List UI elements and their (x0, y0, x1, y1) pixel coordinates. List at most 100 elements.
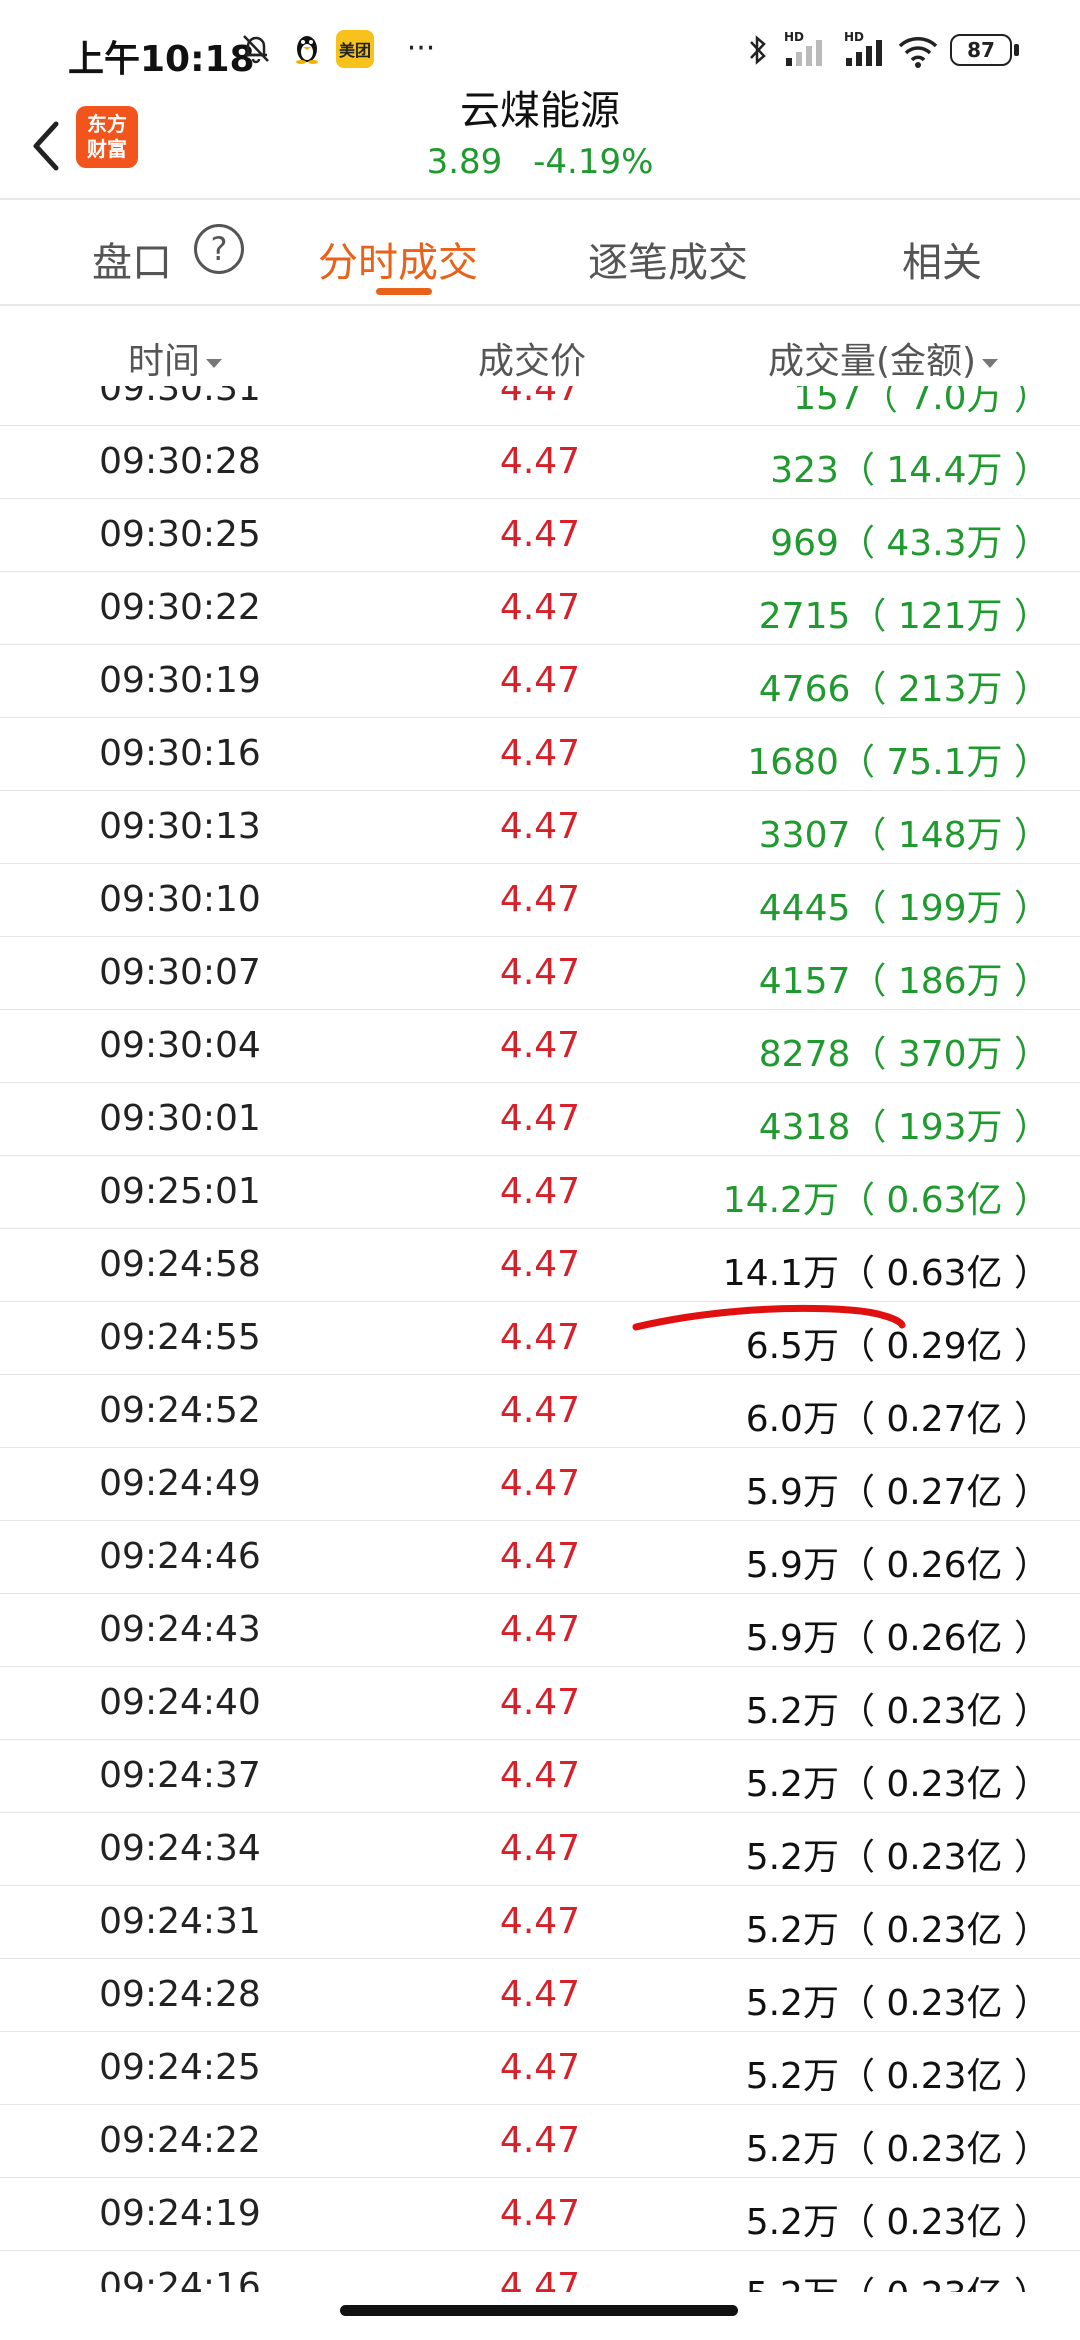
trade-time: 09:24:31 (99, 1901, 261, 1942)
trade-price: 4.47 (499, 386, 581, 409)
trade-time: 09:24:55 (99, 1317, 261, 1358)
trade-price: 4.47 (499, 1171, 581, 1212)
trade-price: 4.47 (499, 1682, 581, 1723)
column-price-label: 成交价 (478, 341, 587, 382)
column-time-sort[interactable]: 时间 (128, 332, 223, 384)
trade-row[interactable]: 09:24:49 4.47 5.9万（ 0.27亿 ） (0, 1447, 1080, 1521)
trade-volume: 1680（ 75.1万 ） (747, 742, 1050, 783)
trade-row[interactable]: 09:30:01 4.47 4318（ 193万 ） (0, 1082, 1080, 1156)
trade-volume: 323（ 14.4万 ） (770, 450, 1050, 491)
wifi-icon (896, 30, 940, 70)
trade-time: 09:24:19 (99, 2193, 261, 2234)
trade-row[interactable]: 09:24:34 4.47 5.2万（ 0.23亿 ） (0, 1812, 1080, 1886)
battery-icon: 87 (950, 30, 1024, 70)
trade-row[interactable]: 09:24:37 4.47 5.2万（ 0.23亿 ） (0, 1739, 1080, 1813)
trade-volume: 157（ 7.0万 ） (793, 386, 1050, 418)
trade-time: 09:24:40 (99, 1682, 261, 1723)
qq-penguin-icon (290, 28, 324, 68)
trade-time: 09:24:49 (99, 1463, 261, 1504)
column-time-label: 时间 (128, 341, 201, 382)
stock-price: 3.89 (426, 142, 503, 182)
trade-time: 09:24:52 (99, 1390, 261, 1431)
trade-volume: 5.2万（ 0.23亿 ） (746, 2266, 1050, 2292)
tab-pankou[interactable]: 盘口 (92, 230, 172, 288)
trade-row[interactable]: 09:24:22 4.47 5.2万（ 0.23亿 ） (0, 2104, 1080, 2178)
trade-row[interactable]: 09:30:31 4.47 157（ 7.0万 ） (0, 386, 1080, 426)
home-indicator[interactable] (340, 2305, 738, 2316)
trade-row[interactable]: 09:24:43 4.47 5.9万（ 0.26亿 ） (0, 1593, 1080, 1667)
signal-strength-icon: HD (784, 30, 834, 70)
trade-price: 4.47 (499, 1536, 581, 1577)
active-tab-indicator (376, 288, 432, 295)
trade-time: 09:30:25 (99, 514, 261, 555)
column-volume-sort[interactable]: 成交量(金额) (768, 332, 999, 384)
trade-time: 09:24:34 (99, 1828, 261, 1869)
trade-row[interactable]: 09:24:16 4.47 5.2万（ 0.23亿 ） (0, 2250, 1080, 2292)
trade-volume: 5.2万（ 0.23亿 ） (745, 1837, 1050, 1878)
trade-price: 4.47 (499, 879, 581, 920)
trade-time: 09:30:31 (99, 386, 261, 409)
trade-volume: 969（ 43.3万 ） (770, 523, 1050, 564)
help-icon[interactable]: ? (194, 224, 244, 274)
trade-row[interactable]: 09:25:01 4.47 14.2万（ 0.63亿 ） (0, 1155, 1080, 1229)
trade-volume: 3307（ 148万 ） (758, 815, 1050, 856)
trade-volume: 4766（ 213万 ） (758, 669, 1050, 710)
trade-price: 4.47 (499, 587, 581, 628)
trade-price: 4.47 (499, 660, 581, 701)
column-price: 成交价 (478, 332, 586, 384)
trade-price: 4.47 (499, 1974, 581, 2015)
trade-row[interactable]: 09:24:25 4.47 5.2万（ 0.23亿 ） (0, 2031, 1080, 2105)
trade-volume: 4157（ 186万 ） (758, 961, 1050, 1002)
signal-strength-2-icon: HD (844, 30, 894, 70)
trade-time: 09:24:28 (99, 1974, 261, 2015)
trade-price: 4.47 (499, 1390, 581, 1431)
trade-list[interactable]: 09:30:31 4.47 157（ 7.0万 ） 09:30:28 4.47 323（ … (0, 386, 1080, 2292)
trade-volume: 5.2万（ 0.23亿 ） (745, 1691, 1050, 1732)
trade-row[interactable]: 09:30:13 4.47 3307（ 148万 ） (0, 790, 1080, 864)
status-time: 上午10:18 (68, 39, 255, 80)
trade-volume: 6.5万（ 0.29亿 ） (745, 1326, 1050, 1367)
trade-price: 4.47 (499, 1828, 581, 1869)
trade-row[interactable]: 09:24:31 4.47 5.2万（ 0.23亿 ） (0, 1885, 1080, 1959)
trade-row[interactable]: 09:30:19 4.47 4766（ 213万 ） (0, 644, 1080, 718)
trade-volume: 5.2万（ 0.23亿 ） (745, 2056, 1050, 2097)
more-label: ··· (406, 30, 436, 66)
trade-price: 4.47 (499, 733, 581, 774)
trade-time: 09:24:46 (99, 1536, 261, 1577)
trade-row[interactable]: 09:24:40 4.47 5.2万（ 0.23亿 ） (0, 1666, 1080, 1740)
mute-bell-icon (236, 28, 276, 68)
trade-price: 4.47 (499, 952, 581, 993)
tab-zhubi-chengjiao[interactable]: 逐笔成交 (588, 230, 748, 288)
trade-row[interactable]: 09:30:22 4.47 2715（ 121万 ） (0, 571, 1080, 645)
trade-price: 4.47 (499, 1463, 581, 1504)
trade-price: 4.47 (499, 2120, 581, 2161)
trade-price: 4.47 (499, 1025, 581, 1066)
trade-volume: 8278（ 370万 ） (758, 1034, 1050, 1075)
trade-row[interactable]: 09:30:16 4.47 1680（ 75.1万 ） (0, 717, 1080, 791)
trade-row[interactable]: 09:30:28 4.47 323（ 14.4万 ） (0, 425, 1080, 499)
trade-time: 09:24:25 (99, 2047, 261, 2088)
stock-change-percent: -4.19% (533, 142, 654, 182)
trade-row[interactable]: 09:24:28 4.47 5.2万（ 0.23亿 ） (0, 1958, 1080, 2032)
trade-volume: 6.0万（ 0.27亿 ） (745, 1399, 1050, 1440)
more-notifications-icon: ··· (396, 28, 446, 68)
trade-price: 4.47 (499, 1098, 581, 1139)
stock-name: 云煤能源 (460, 88, 620, 134)
meituan-app-icon: 美团 (336, 30, 374, 68)
trade-volume: 14.2万（ 0.63亿 ） (722, 1180, 1050, 1221)
trade-volume: 5.2万（ 0.23亿 ） (745, 1983, 1050, 2024)
trade-price: 4.47 (499, 1244, 581, 1285)
trade-row[interactable]: 09:30:04 4.47 8278（ 370万 ） (0, 1009, 1080, 1083)
trade-price: 4.47 (499, 1755, 581, 1796)
trade-row[interactable]: 09:30:07 4.47 4157（ 186万 ） (0, 936, 1080, 1010)
trade-row[interactable]: 09:24:52 4.47 6.0万（ 0.27亿 ） (0, 1374, 1080, 1448)
trade-row[interactable]: 09:30:25 4.47 969（ 43.3万 ） (0, 498, 1080, 572)
trade-row[interactable]: 09:24:55 4.47 6.5万（ 0.29亿 ） (0, 1301, 1080, 1375)
trade-row[interactable]: 09:24:58 4.47 14.1万（ 0.63亿 ） (0, 1228, 1080, 1302)
tab-fenshi-chengjiao[interactable]: 分时成交 (318, 230, 478, 288)
trade-time: 09:30:01 (99, 1098, 261, 1139)
trade-row[interactable]: 09:24:46 4.47 5.9万（ 0.26亿 ） (0, 1520, 1080, 1594)
trade-row[interactable]: 09:24:19 4.47 5.2万（ 0.23亿 ） (0, 2177, 1080, 2251)
trade-row[interactable]: 09:30:10 4.47 4445（ 199万 ） (0, 863, 1080, 937)
tab-xiangguan[interactable]: 相关 (902, 230, 982, 288)
